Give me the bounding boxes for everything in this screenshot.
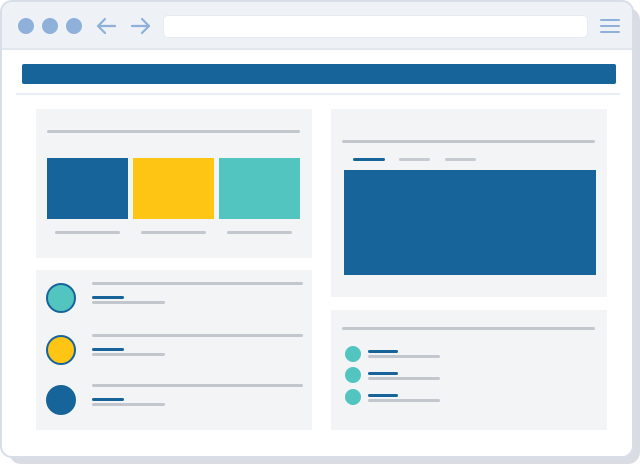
arrow-left-icon[interactable] xyxy=(93,14,119,38)
browser-toolbar xyxy=(2,2,632,50)
profile-list-item[interactable] xyxy=(46,334,306,369)
mini-list-label xyxy=(368,350,398,353)
hamburger-menu-icon[interactable] xyxy=(599,16,621,36)
mini-list-subtext xyxy=(368,377,440,380)
media-preview-panel[interactable] xyxy=(344,170,596,275)
page-header-bar xyxy=(22,64,616,84)
arrow-right-icon[interactable] xyxy=(128,14,154,38)
profile-name xyxy=(92,296,124,299)
avatar[interactable] xyxy=(46,385,76,415)
profile-divider xyxy=(92,384,303,387)
mini-list-label xyxy=(368,372,398,375)
window-dot-icon[interactable] xyxy=(66,18,82,34)
address-bar[interactable] xyxy=(163,15,588,38)
tab-active[interactable] xyxy=(353,158,385,161)
profile-name xyxy=(92,398,124,401)
gallery-tile-caption xyxy=(55,231,120,234)
mini-list-subtext xyxy=(368,355,440,358)
mini-list-title xyxy=(342,327,595,330)
mini-list-label xyxy=(368,394,398,397)
gallery-tile-blue[interactable] xyxy=(47,158,128,219)
gallery-tile-caption xyxy=(141,231,206,234)
browser-window xyxy=(0,0,634,458)
status-dot-icon xyxy=(345,389,361,405)
status-dot-icon xyxy=(345,367,361,383)
profile-list-item[interactable] xyxy=(46,384,306,419)
gallery-tile-yellow[interactable] xyxy=(133,158,214,219)
gallery-card-title xyxy=(47,130,300,133)
tab-tertiary[interactable] xyxy=(445,158,476,161)
profile-name xyxy=(92,348,124,351)
status-dot-icon xyxy=(345,346,361,362)
window-dot-icon[interactable] xyxy=(42,18,58,34)
media-card-title xyxy=(342,140,595,143)
profile-list-item[interactable] xyxy=(46,282,306,317)
tab-secondary[interactable] xyxy=(399,158,430,161)
profile-subtitle xyxy=(92,353,165,356)
profile-divider xyxy=(92,334,303,337)
profile-subtitle xyxy=(92,403,165,406)
avatar[interactable] xyxy=(46,283,76,313)
header-divider xyxy=(16,93,620,95)
mini-list-subtext xyxy=(368,399,440,402)
gallery-tile-caption xyxy=(227,231,292,234)
profile-divider xyxy=(92,282,303,285)
window-dot-icon[interactable] xyxy=(18,18,34,34)
avatar[interactable] xyxy=(46,335,76,365)
gallery-tile-teal[interactable] xyxy=(219,158,300,219)
profile-subtitle xyxy=(92,301,165,304)
